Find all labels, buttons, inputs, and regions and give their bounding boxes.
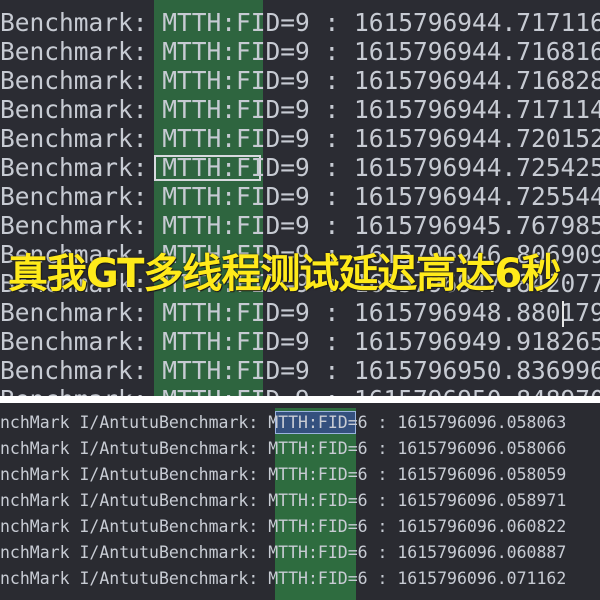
log-value: =6 : 1615796096.071162 (347, 569, 567, 588)
log-line[interactable]: nchMark I/AntutuBenchmark: MTTH:FID=6 : … (0, 436, 566, 462)
log-tag-match: MTTH:FID (268, 543, 348, 562)
top-log-panel: Benchmark: MTTH:FID=9 : 1615796944.71711… (0, 0, 600, 396)
panel-separator (0, 396, 600, 403)
log-tag-match: MTTH:FID (268, 413, 348, 432)
log-prefix: Benchmark: (0, 211, 163, 240)
log-tag-match: MTTH:FID (162, 356, 281, 385)
log-line[interactable]: Benchmark: MTTH:FID=9 : 1615796944.71711… (0, 95, 600, 124)
log-line[interactable]: nchMark I/AntutuBenchmark: MTTH:FID=6 : … (0, 410, 566, 436)
log-tag-match: MTTH:FID (268, 439, 348, 458)
log-value: =9 : 1615796944.725544 (280, 182, 600, 211)
log-value: =9 : 1615796949.918265 (280, 327, 600, 356)
log-line[interactable]: nchMark I/AntutuBenchmark: MTTH:FID=6 : … (0, 462, 566, 488)
log-prefix: Benchmark: (0, 385, 162, 396)
log-prefix: nchMark I/AntutuBenchmark: (0, 465, 269, 484)
text-cursor (562, 301, 564, 327)
log-value: =9 : 1615796945.767985 (280, 211, 600, 240)
log-prefix: nchMark I/AntutuBenchmark: (0, 569, 269, 588)
log-line[interactable]: Benchmark: MTTH:FID=9 : 1615796944.71682… (0, 66, 600, 95)
log-line[interactable]: nchMark I/AntutuBenchmark: MTTH:FID=6 : … (0, 540, 566, 566)
log-tag-match: MTTH:FID (162, 37, 281, 66)
log-line[interactable]: Benchmark: MTTH:FID=9 : 1615796944.72015… (0, 124, 600, 153)
log-prefix: Benchmark: (0, 8, 163, 37)
log-value: =6 : 1615796096.058059 (347, 465, 567, 484)
log-prefix: Benchmark: (0, 298, 163, 327)
log-tag-match: MTTH:FID (162, 327, 281, 356)
log-prefix: Benchmark: (0, 37, 163, 66)
log-tag-match: MTTH:FID (268, 517, 348, 536)
log-prefix: nchMark I/AntutuBenchmark: (0, 517, 269, 536)
log-prefix: Benchmark: (0, 327, 163, 356)
log-line[interactable]: Benchmark: MTTH:FID=9 : 1615796944.72542… (0, 153, 600, 182)
log-value: =9 : 1615796944.720152 (280, 124, 600, 153)
caption-overlay: 真我GT多线程测试延迟高达6秒 (8, 251, 561, 297)
log-value: =9 : 1615796944.716828 (280, 66, 600, 95)
log-prefix: Benchmark: (0, 95, 163, 124)
log-tag-match: MTTH:FID (162, 211, 281, 240)
log-value: =9 : 1615796948.880179 (280, 298, 600, 327)
log-value: =6 : 1615796096.058971 (347, 491, 567, 510)
log-prefix: Benchmark: (0, 182, 163, 211)
log-tag-match: MTTH:FID (162, 182, 281, 211)
log-prefix: nchMark I/AntutuBenchmark: (0, 439, 269, 458)
log-prefix: nchMark I/AntutuBenchmark: (0, 543, 269, 562)
log-line[interactable]: Benchmark: MTTH:FID=9 : 1615796950.84897… (0, 385, 600, 396)
log-line[interactable]: Benchmark: MTTH:FID=9 : 1615796944.72554… (0, 182, 600, 211)
log-value: =9 : 1615796944.717116 (280, 8, 600, 37)
log-tag-match: MTTH:FID (162, 8, 281, 37)
log-line[interactable]: nchMark I/AntutuBenchmark: MTTH:FID=6 : … (0, 488, 566, 514)
log-value: =6 : 1615796096.058066 (347, 439, 567, 458)
log-prefix: Benchmark: (0, 356, 163, 385)
log-line[interactable]: Benchmark: MTTH:FID=9 : 1615796944.71681… (0, 37, 600, 66)
log-tag-match: MTTH:FID (162, 66, 281, 95)
log-prefix: Benchmark: (0, 153, 163, 182)
log-line[interactable]: Benchmark: MTTH:FID=9 : 1615796945.76798… (0, 211, 600, 240)
log-line[interactable]: Benchmark: MTTH:FID=9 : 1615796948.88017… (0, 298, 600, 327)
log-prefix: Benchmark: (0, 124, 163, 153)
log-line[interactable]: Benchmark: MTTH:FID=9 : 1615796950.83699… (0, 356, 600, 385)
log-value: =9 : 1615796944.716816 (280, 37, 600, 66)
log-line[interactable]: nchMark I/AntutuBenchmark: MTTH:FID=6 : … (0, 566, 566, 592)
log-tag-match: MTTH:FID (162, 153, 281, 182)
log-prefix: nchMark I/AntutuBenchmark: (0, 413, 269, 432)
log-value: =9 : 1615796950.836996 (280, 356, 600, 385)
log-tag-match: MTTH:FID (268, 465, 348, 484)
log-value: =9 : 1615796944.717114 (280, 95, 600, 124)
log-tag-match: MTTH:FID (162, 385, 280, 396)
bottom-log-panel: nchMark I/AntutuBenchmark: MTTH:FID=6 : … (0, 403, 600, 600)
log-value: =9 : 1615796944.725425 (280, 153, 600, 182)
log-tag-match: MTTH:FID (162, 298, 281, 327)
log-line[interactable]: nchMark I/AntutuBenchmark: MTTH:FID=6 : … (0, 514, 566, 540)
log-value: =9 : 1615796950.848970 (280, 385, 600, 396)
log-prefix: nchMark I/AntutuBenchmark: (0, 491, 269, 510)
log-line[interactable]: Benchmark: MTTH:FID=9 : 1615796949.91826… (0, 327, 600, 356)
log-tag-match: MTTH:FID (162, 95, 281, 124)
log-value: =6 : 1615796096.058063 (347, 413, 567, 432)
log-prefix: Benchmark: (0, 66, 163, 95)
log-tag-match: MTTH:FID (162, 124, 281, 153)
log-value: =6 : 1615796096.060822 (347, 517, 567, 536)
log-tag-match: MTTH:FID (268, 569, 348, 588)
log-value: =6 : 1615796096.060887 (347, 543, 567, 562)
log-line[interactable]: Benchmark: MTTH:FID=9 : 1615796944.71711… (0, 8, 600, 37)
log-tag-match: MTTH:FID (268, 491, 348, 510)
